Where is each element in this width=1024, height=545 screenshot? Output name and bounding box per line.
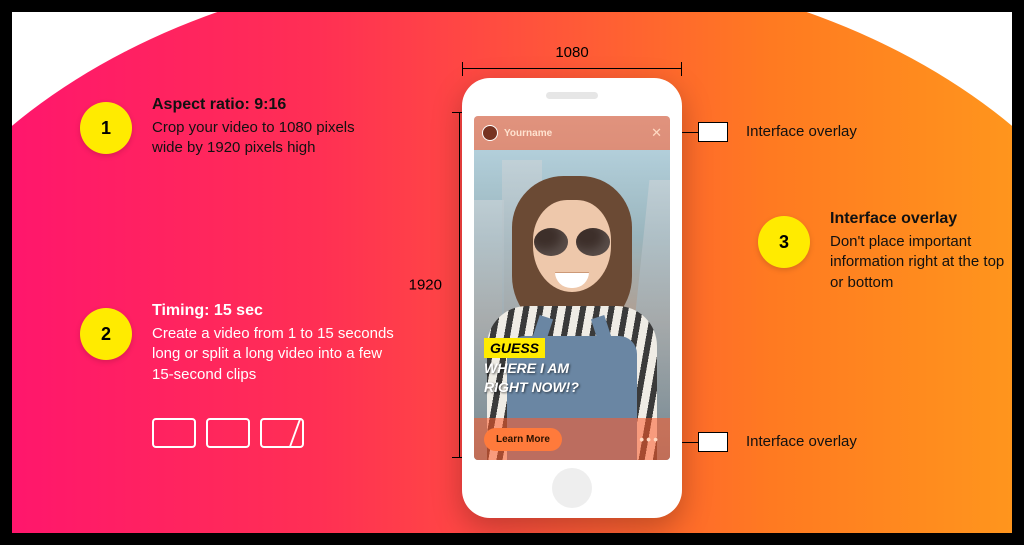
dimension-height: 1920 [416, 112, 460, 458]
tip-1-body: Crop your video to 1080 pixels wide by 1… [152, 118, 382, 159]
home-button-icon [552, 468, 592, 508]
story-top-overlay: Yourname ✕ [474, 116, 670, 150]
caption-guess: GUESS [484, 338, 545, 358]
dimension-height-label: 1920 [409, 277, 442, 294]
lens-icon [534, 228, 568, 256]
close-icon[interactable]: ✕ [651, 125, 662, 141]
tip-3: Interface overlay Don't place important … [830, 210, 1010, 293]
tip-2-body: Create a video from 1 to 15 seconds long… [152, 324, 400, 385]
tip-2: Timing: 15 sec Create a video from 1 to … [152, 302, 400, 385]
dim-tick [462, 62, 463, 76]
learn-more-button[interactable]: Learn More [484, 428, 562, 451]
more-icon[interactable]: ••• [639, 431, 660, 447]
dim-tick [681, 62, 682, 76]
dimension-width-label: 1080 [555, 44, 588, 61]
tip-number-2: 2 [80, 308, 132, 360]
callout-bottom-label: Interface overlay [746, 433, 857, 450]
tip-3-body: Don't place important information right … [830, 232, 1010, 293]
phone-speaker [546, 92, 598, 99]
tip-3-title: Interface overlay [830, 210, 1010, 228]
dim-line [462, 68, 682, 69]
sunglasses-icon [528, 228, 616, 256]
lens-icon [576, 228, 610, 256]
tip-number-1-text: 1 [101, 118, 111, 139]
clip-icon [206, 418, 250, 448]
story-username: Yourname [504, 128, 552, 139]
clip-icon [152, 418, 196, 448]
tip-number-1: 1 [80, 102, 132, 154]
dim-line [459, 112, 460, 458]
callout-line [682, 442, 698, 443]
avatar-icon [482, 125, 498, 141]
tip-1-title: Aspect ratio: 9:16 [152, 96, 382, 114]
tip-number-3-text: 3 [779, 232, 789, 253]
caption-line-2: RIGHT NOW!? [484, 379, 579, 396]
callout-line [682, 132, 698, 133]
dimension-width: 1080 [462, 50, 682, 76]
tip-2-title: Timing: 15 sec [152, 302, 400, 320]
story-bottom-overlay: Learn More ••• [474, 418, 670, 460]
outer-frame: 1 Aspect ratio: 9:16 Crop your video to … [0, 0, 1024, 545]
caption-line-1: WHERE I AM [484, 360, 579, 377]
callout-top-label: Interface overlay [746, 123, 857, 140]
tip-number-3: 3 [758, 216, 810, 268]
phone-screen: Yourname ✕ GUESS WHERE I AM RIGHT NOW!? … [474, 116, 670, 460]
canvas: 1 Aspect ratio: 9:16 Crop your video to … [12, 12, 1012, 533]
tip-1: Aspect ratio: 9:16 Crop your video to 10… [152, 96, 382, 159]
story-caption: GUESS WHERE I AM RIGHT NOW!? [484, 338, 579, 396]
callout-box [698, 432, 728, 452]
clip-icons [152, 418, 304, 448]
clip-icon-partial [260, 418, 304, 448]
callout-box [698, 122, 728, 142]
phone-mockup: Yourname ✕ GUESS WHERE I AM RIGHT NOW!? … [462, 78, 682, 518]
tip-number-2-text: 2 [101, 324, 111, 345]
